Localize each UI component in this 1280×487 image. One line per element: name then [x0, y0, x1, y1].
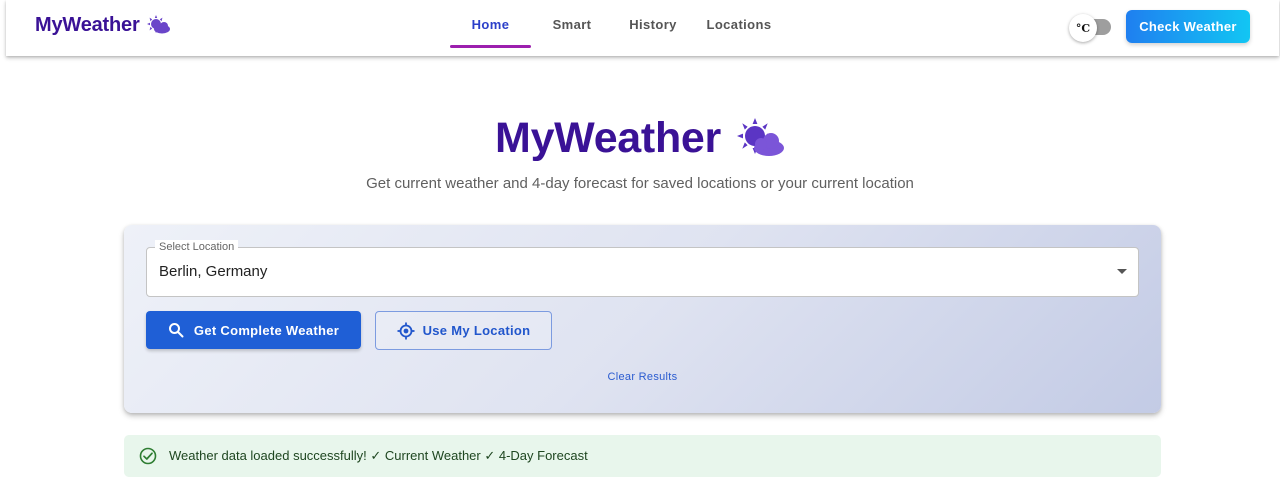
- check-circle-icon: [139, 447, 157, 465]
- check-weather-button[interactable]: Check Weather: [1126, 10, 1250, 43]
- nav-locations[interactable]: Locations: [693, 0, 785, 48]
- toggle-thumb-celsius: °C: [1069, 14, 1097, 42]
- brand[interactable]: MyWeather: [35, 14, 172, 37]
- dropdown-arrow-icon: [1117, 269, 1127, 274]
- use-my-location-label: Use My Location: [422, 323, 531, 338]
- clear-results-link[interactable]: Clear Results: [124, 371, 1161, 383]
- page-title: MyWeather: [495, 114, 721, 162]
- main-nav: Home Smart History Locations: [450, 0, 785, 56]
- select-location-label: Select Location: [155, 240, 239, 254]
- get-complete-weather-label: Get Complete Weather: [193, 322, 340, 338]
- nav-history[interactable]: History: [613, 0, 693, 48]
- sun-behind-cloud-icon: [146, 14, 170, 33]
- get-complete-weather-button[interactable]: Get Complete Weather: [146, 311, 361, 349]
- crosshair-icon: [397, 322, 415, 339]
- alert-message: Weather data loaded successfully! ✓ Curr…: [169, 448, 588, 463]
- sun-behind-cloud-icon: [736, 117, 784, 156]
- nav-smart[interactable]: Smart: [531, 0, 613, 48]
- location-search-card: Select Location Berlin, Germany Get Comp…: [124, 225, 1161, 413]
- success-alert: Weather data loaded successfully! ✓ Curr…: [124, 435, 1161, 477]
- location-select[interactable]: Select Location Berlin, Germany: [146, 240, 1139, 297]
- select-location-value: Berlin, Germany: [159, 263, 268, 280]
- nav-home[interactable]: Home: [450, 0, 531, 48]
- use-my-location-button[interactable]: Use My Location: [375, 311, 552, 350]
- brand-title: MyWeather: [35, 14, 140, 36]
- hero-heading: MyWeather: [0, 114, 1280, 163]
- search-icon: [168, 323, 184, 338]
- page-subtitle: Get current weather and 4-day forecast f…: [366, 175, 914, 192]
- temperature-unit-toggle[interactable]: °C: [1069, 14, 1113, 42]
- app-bar: MyWeather Home Smart History Locations °…: [6, 0, 1279, 56]
